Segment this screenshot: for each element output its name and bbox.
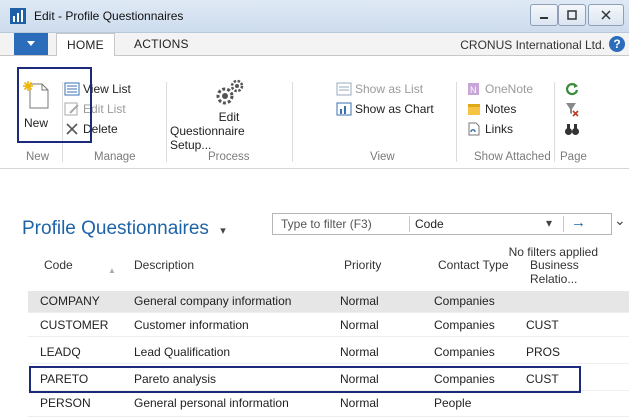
dropdown-arrow-icon bbox=[27, 41, 35, 46]
show-as-chart-button[interactable]: Show as Chart bbox=[336, 101, 434, 117]
filter-field-dropdown-icon[interactable]: ▾ bbox=[546, 216, 552, 230]
show-as-list-button[interactable]: Show as List bbox=[336, 81, 423, 97]
cell-priority: Normal bbox=[340, 318, 379, 332]
cell-description: Lead Qualification bbox=[134, 345, 231, 359]
table-row[interactable]: PERSON General personal information Norm… bbox=[28, 395, 629, 417]
column-header-code[interactable]: Code bbox=[44, 258, 73, 272]
cell-description: General personal information bbox=[134, 396, 289, 410]
column-header-priority[interactable]: Priority bbox=[344, 258, 381, 272]
file-menu-button[interactable] bbox=[14, 33, 48, 55]
ribbon: New View List Edit List Delete Edit Ques… bbox=[0, 56, 629, 169]
new-button-highlight bbox=[17, 67, 92, 143]
edit-setup-label-1: Edit bbox=[218, 110, 240, 124]
gears-icon bbox=[216, 79, 244, 105]
page-title[interactable]: Profile Questionnaires ▾ bbox=[22, 218, 226, 240]
list-view-icon bbox=[336, 81, 352, 97]
group-label-new: New bbox=[26, 151, 50, 163]
maximize-button[interactable] bbox=[558, 4, 586, 26]
group-label-page: Page bbox=[560, 151, 587, 163]
ribbon-separator bbox=[292, 82, 293, 162]
maximize-icon bbox=[567, 10, 577, 20]
filter-go-icon[interactable]: → bbox=[571, 214, 586, 231]
ribbon-tab-bar: HOME ACTIONS CRONUS International Ltd. ? bbox=[0, 33, 629, 57]
cell-contact-type: Companies bbox=[434, 318, 495, 332]
show-as-list-label: Show as List bbox=[355, 82, 424, 96]
links-label: Links bbox=[485, 122, 514, 136]
filter-input[interactable]: Type to filter (F3) bbox=[281, 217, 372, 231]
table-row[interactable]: CUSTOMER Customer information Normal Com… bbox=[28, 315, 629, 337]
page-title-text: Profile Questionnaires bbox=[22, 218, 209, 239]
svg-text:N: N bbox=[470, 85, 477, 95]
ribbon-separator bbox=[554, 82, 555, 162]
sort-ascending-icon: ▲ bbox=[108, 266, 116, 275]
cell-description: Customer information bbox=[134, 318, 249, 332]
tab-actions[interactable]: ACTIONS bbox=[134, 37, 189, 51]
notes-button[interactable]: Notes bbox=[466, 101, 516, 117]
help-icon[interactable]: ? bbox=[609, 36, 625, 52]
cell-contact-type: People bbox=[434, 396, 472, 410]
find-binoculars-icon[interactable] bbox=[564, 121, 580, 137]
clear-filter-icon[interactable] bbox=[564, 101, 580, 117]
column-header-business-line2: Relatio... bbox=[530, 272, 578, 286]
chart-icon bbox=[336, 101, 352, 117]
column-header-description[interactable]: Description bbox=[134, 258, 194, 272]
onenote-icon: N bbox=[466, 81, 482, 97]
cell-code: COMPANY bbox=[40, 294, 100, 308]
filter-box[interactable]: Type to filter (F3) Code ▾ → bbox=[272, 213, 612, 235]
ribbon-separator bbox=[166, 82, 167, 162]
collapse-icon[interactable]: ⌄ bbox=[614, 212, 626, 229]
links-button[interactable]: Links bbox=[466, 121, 513, 137]
filter-separator bbox=[409, 216, 410, 232]
column-header-contact-type[interactable]: Contact Type bbox=[438, 258, 509, 272]
notes-icon bbox=[466, 101, 482, 117]
column-header-business-line1: Business bbox=[530, 258, 579, 272]
filter-separator bbox=[563, 216, 564, 232]
cell-priority: Normal bbox=[340, 396, 379, 410]
tab-home[interactable]: HOME bbox=[56, 33, 115, 57]
table-row[interactable]: COMPANY General company information Norm… bbox=[28, 291, 629, 313]
notes-label: Notes bbox=[485, 102, 517, 116]
cell-code: CUSTOMER bbox=[40, 318, 109, 332]
group-label-process: Process bbox=[208, 151, 250, 163]
pareto-row-highlight bbox=[29, 366, 581, 393]
filter-field-select[interactable]: Code bbox=[415, 217, 444, 231]
group-label-manage: Manage bbox=[94, 151, 136, 163]
group-label-view: View bbox=[370, 151, 395, 163]
refresh-icon[interactable] bbox=[564, 81, 580, 97]
cell-contact-type: Companies bbox=[434, 294, 495, 308]
cell-business-relation: CUST bbox=[526, 318, 559, 332]
page-title-chevron-icon: ▾ bbox=[220, 225, 226, 237]
minimize-icon bbox=[540, 17, 548, 19]
cell-business-relation: PROS bbox=[526, 345, 561, 359]
minimize-button[interactable] bbox=[530, 4, 558, 26]
cell-code: LEADQ bbox=[40, 345, 81, 359]
links-icon bbox=[466, 121, 482, 137]
cell-priority: Normal bbox=[340, 345, 379, 359]
window-titlebar: Edit - Profile Questionnaires bbox=[0, 0, 629, 33]
cell-contact-type: Companies bbox=[434, 345, 495, 359]
group-label-show-attached: Show Attached bbox=[474, 151, 551, 163]
filter-status: No filters applied bbox=[508, 245, 598, 259]
edit-questionnaire-setup-button[interactable]: Edit Questionnaire Setup... bbox=[170, 78, 288, 152]
edit-setup-label-2: Questionnaire Setup... bbox=[170, 124, 245, 152]
app-icon bbox=[10, 8, 26, 24]
window-title: Edit - Profile Questionnaires bbox=[34, 9, 184, 23]
show-as-chart-label: Show as Chart bbox=[355, 102, 434, 116]
onenote-label: OneNote bbox=[485, 82, 534, 96]
cell-code: PERSON bbox=[40, 396, 91, 410]
table-row[interactable]: LEADQ Lead Qualification Normal Companie… bbox=[28, 342, 629, 364]
cell-description: General company information bbox=[134, 294, 292, 308]
column-header-business-relation[interactable]: Business Relatio... bbox=[530, 258, 579, 286]
onenote-button[interactable]: N OneNote bbox=[466, 81, 533, 97]
close-icon bbox=[601, 10, 611, 20]
close-window-button[interactable] bbox=[588, 4, 624, 26]
cell-priority: Normal bbox=[340, 294, 379, 308]
company-name[interactable]: CRONUS International Ltd. bbox=[460, 38, 605, 52]
ribbon-separator bbox=[456, 82, 457, 162]
